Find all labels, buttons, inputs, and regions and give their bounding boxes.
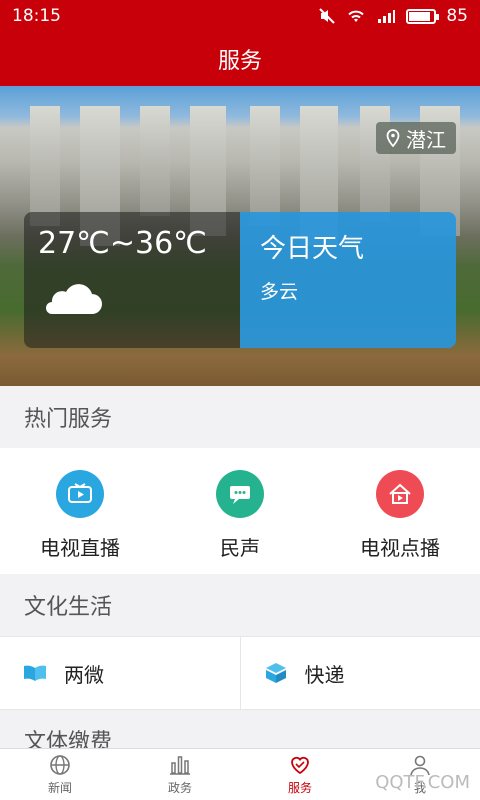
service-tv-live[interactable]: 电视直播 [0, 448, 160, 574]
culture-express[interactable]: 快递 [239, 637, 480, 709]
culture-two-micro[interactable]: 两微 [0, 637, 240, 709]
heart-icon [291, 756, 309, 775]
tab-label: 服务 [287, 781, 312, 795]
weather-card-title: 今日天气 [260, 234, 365, 264]
package-box-icon [265, 663, 286, 683]
wifi-icon [348, 10, 365, 22]
cloud-icon [46, 284, 102, 314]
watermark-text: QQTF.COM [375, 772, 470, 793]
temperature-card[interactable]: 27℃~36℃ [24, 212, 240, 348]
signal-icon [378, 10, 396, 23]
chat-bubble-icon [216, 470, 264, 518]
service-voice[interactable]: 民声 [160, 448, 320, 574]
section-culture-heading: 文化生活 [0, 574, 480, 636]
culture-label: 两微 [64, 662, 104, 687]
culture-label: 快递 [304, 662, 345, 687]
service-tv-vod[interactable]: 电视点播 [320, 448, 480, 574]
status-icons: 85 [318, 6, 468, 26]
page-title: 服务 [217, 49, 262, 74]
globe-icon [50, 755, 70, 775]
mute-icon [319, 8, 336, 24]
tab-news[interactable]: 新闻 [0, 749, 120, 800]
status-bar: 18:15 85 [0, 0, 480, 32]
culture-row: 两微 快递 [0, 636, 480, 710]
battery-level: 85 [446, 6, 468, 26]
section-hot-services-heading: 热门服务 [0, 386, 480, 448]
weather-condition: 多云 [260, 281, 299, 303]
house-vod-icon [376, 470, 424, 518]
bar-chart-icon [170, 756, 190, 775]
map-pin-icon [386, 129, 400, 147]
today-weather-card[interactable]: 今日天气 多云 [240, 212, 456, 348]
service-label: 电视点播 [360, 536, 440, 560]
status-time: 18:15 [12, 6, 61, 26]
tv-play-icon [56, 470, 104, 518]
location-name: 潜江 [406, 127, 446, 152]
section-title: 热门服务 [24, 407, 113, 432]
title-bar: 服务 [0, 32, 480, 86]
tab-label: 新闻 [47, 781, 72, 795]
tab-service[interactable]: 服务 [240, 749, 360, 800]
location-chip[interactable]: 潜江 [376, 122, 456, 154]
battery-icon [406, 8, 440, 24]
book-icon [24, 665, 46, 681]
service-label: 电视直播 [40, 536, 120, 560]
tab-government[interactable]: 政务 [120, 749, 240, 800]
hero-banner: 潜江 27℃~36℃ 今日天气 多云 [0, 86, 480, 386]
section-title: 文化生活 [24, 595, 113, 620]
tab-label: 政务 [167, 781, 192, 795]
hot-services-row: 电视直播 民声 电视点播 [0, 448, 480, 574]
service-label: 民声 [220, 536, 260, 560]
temperature-range: 27℃~36℃ [38, 226, 207, 261]
